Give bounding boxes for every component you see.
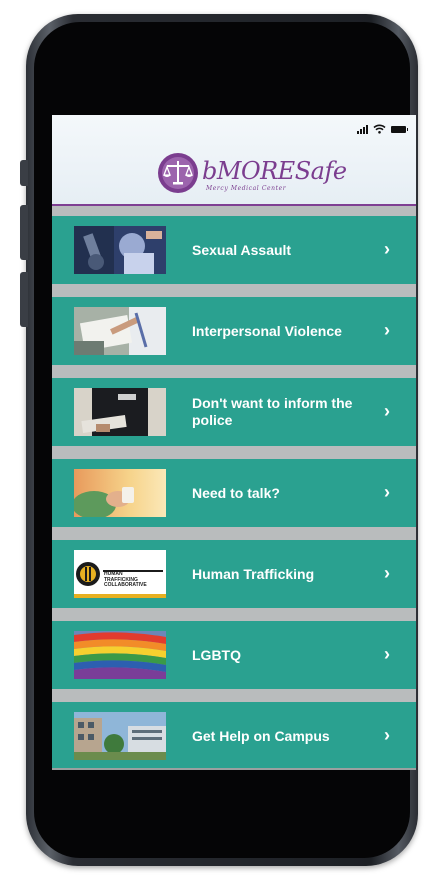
menu-item-human-trafficking[interactable]: HUMAN TRAFFICKING COLLABORATIVE Human Tr…: [52, 540, 416, 608]
menu-item-interpersonal-violence[interactable]: Interpersonal Violence ›: [52, 297, 416, 365]
scales-of-justice-icon: [158, 153, 198, 193]
volume-down-button: [20, 272, 28, 327]
volume-up-button: [20, 205, 28, 260]
chevron-right-icon: ›: [384, 644, 390, 664]
clipboard-writing-photo: [74, 307, 166, 355]
human-trafficking-collaborative-logo: HUMAN TRAFFICKING COLLABORATIVE: [74, 550, 166, 598]
app-screen: bMORESafe Mercy Medical Center Sexual As…: [52, 115, 416, 770]
bmoresafe-logo[interactable]: bMORESafe Mercy Medical Center: [156, 151, 347, 201]
trafficking-logo-text: HUMAN TRAFFICKING COLLABORATIVE: [104, 571, 147, 588]
logo-subtext: Mercy Medical Center: [206, 185, 287, 192]
header-divider: [52, 204, 416, 206]
chevron-right-icon: ›: [384, 725, 390, 745]
menu-item-label: Human Trafficking: [192, 565, 315, 582]
menu-item-sexual-assault[interactable]: Sexual Assault ›: [52, 216, 416, 284]
menu-item-lgbtq[interactable]: LGBTQ ›: [52, 621, 416, 689]
menu-item-label: Interpersonal Violence: [192, 322, 342, 339]
menu-item-label: Need to talk?: [192, 484, 280, 501]
rainbow-flag-photo: [74, 631, 166, 679]
chevron-right-icon: ›: [384, 320, 390, 340]
mute-switch: [20, 160, 28, 186]
logo-wordmark: bMORESafe: [202, 157, 347, 185]
campus-buildings-photo: [74, 712, 166, 760]
list-bottom-divider: [52, 768, 416, 770]
chevron-right-icon: ›: [384, 563, 390, 583]
battery-icon: [391, 125, 408, 133]
cellular-signal-icon: [357, 124, 368, 134]
menu-item-get-help-on-campus[interactable]: Get Help on Campus ›: [52, 702, 416, 770]
wifi-icon: [373, 124, 386, 134]
chevron-right-icon: ›: [384, 482, 390, 502]
chevron-right-icon: ›: [384, 239, 390, 259]
app-header: bMORESafe Mercy Medical Center: [52, 115, 416, 206]
menu-item-label: LGBTQ: [192, 646, 241, 663]
menu-item-label: Get Help on Campus: [192, 727, 330, 744]
microscope-lab-photo: [74, 226, 166, 274]
menu-item-label: Don't want to inform the police: [192, 395, 353, 428]
chevron-right-icon: ›: [384, 401, 390, 421]
menu-item-dont-inform-police[interactable]: Don't want to inform the police ›: [52, 378, 416, 446]
menu-item-label: Sexual Assault: [192, 241, 292, 258]
resource-menu: Sexual Assault › Interpersonal Violence …: [52, 216, 416, 770]
status-bar: [357, 124, 408, 134]
police-officer-photo: [74, 388, 166, 436]
hand-holding-cup-photo: [74, 469, 166, 517]
menu-item-need-to-talk[interactable]: Need to talk? ›: [52, 459, 416, 527]
